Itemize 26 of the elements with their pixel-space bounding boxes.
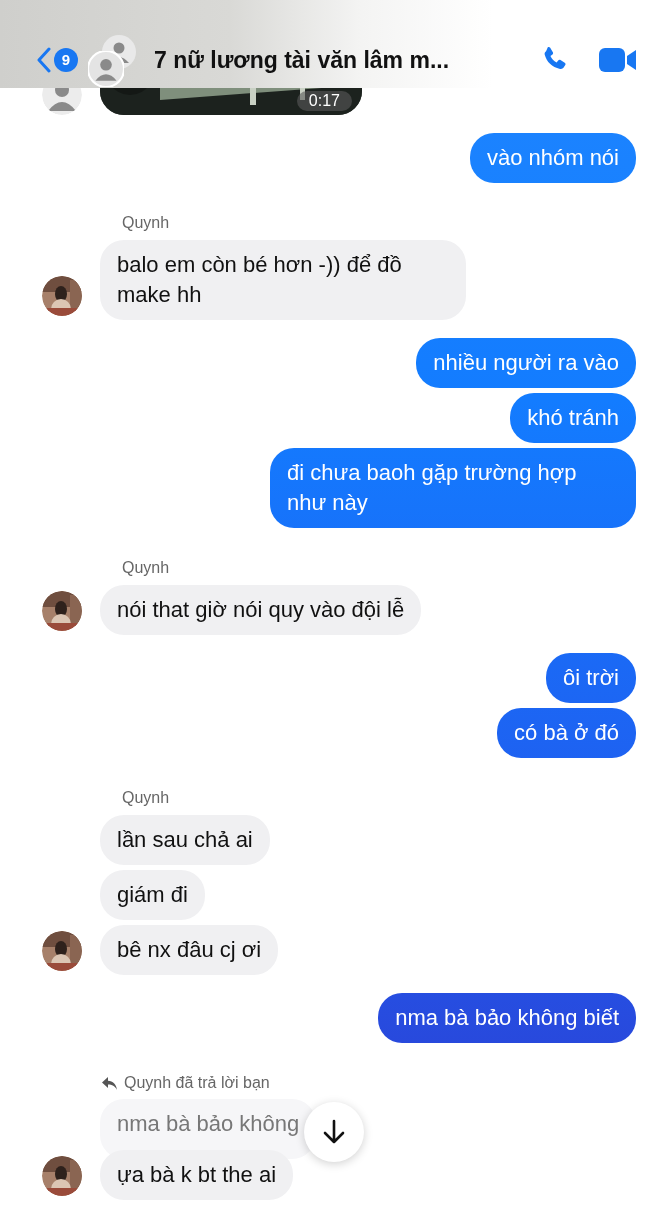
message-bubble[interactable]: nma bà bảo không biết (378, 993, 636, 1043)
message-bubble[interactable]: ôi trời (546, 653, 636, 703)
reply-icon (102, 1076, 118, 1090)
message-bubble[interactable]: balo em còn bé hơn -)) để đồ make hh (100, 240, 466, 320)
message-bubble[interactable]: đi chưa baoh gặp trường hợp như này (270, 448, 636, 528)
sender-name: Quynh (122, 788, 171, 808)
message-bubble[interactable]: bê nx đâu cj ơi (100, 925, 279, 975)
sender-name: Quynh (122, 558, 171, 578)
avatar-icon[interactable] (42, 88, 82, 115)
back-icon[interactable] (36, 47, 52, 73)
video-camera-icon[interactable] (599, 46, 637, 74)
message-bubble[interactable]: nói that giờ nói quy vào đội lễ (100, 585, 422, 635)
message-bubble[interactable]: có bà ở đó (497, 708, 636, 758)
message-bubble[interactable]: vào nhóm nói (469, 133, 636, 183)
message-bubble[interactable]: nhiều người ra vào (416, 338, 636, 388)
message-bubble[interactable]: lần sau chả ai (100, 815, 270, 865)
arrow-down-icon (323, 1119, 345, 1145)
reply-note: Quynh đã trả lời bạn (124, 1073, 270, 1093)
video-duration: 0:17 (296, 91, 352, 111)
message-bubble[interactable]: khó tránh (510, 393, 636, 443)
sender-name: Quynh (122, 213, 171, 233)
message-bubble[interactable]: giám đi (100, 870, 205, 920)
message-bubble[interactable]: ựa bà k bt the ai (100, 1150, 294, 1200)
scroll-down-button[interactable] (304, 1102, 364, 1162)
chat-title: 7 nữ lương tài văn lâm m... (154, 45, 450, 75)
unread-count: 9 (54, 48, 78, 72)
